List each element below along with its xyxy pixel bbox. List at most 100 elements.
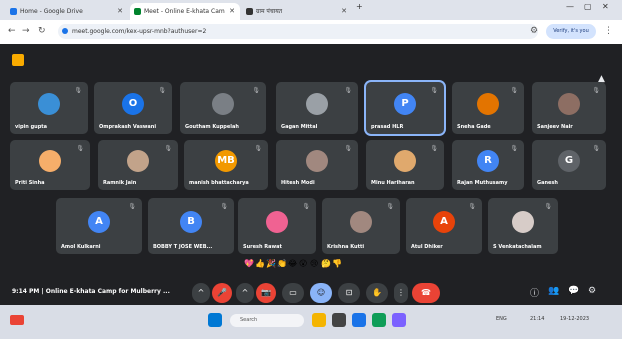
reaction-emoji[interactable]: 😮: [299, 259, 307, 268]
reaction-emoji[interactable]: 🎉: [266, 259, 276, 268]
mic-muted-icon: 🎙: [592, 87, 600, 94]
mic-muted-icon: 🎙: [468, 203, 476, 210]
search-label: Search: [240, 317, 258, 323]
back-icon[interactable]: ←: [8, 26, 16, 36]
reaction-emoji[interactable]: 😢: [310, 259, 318, 268]
minimize-button[interactable]: —: [566, 2, 574, 11]
participant-tile[interactable]: vipin gupta 🎙: [10, 82, 88, 134]
participant-avatar: [39, 150, 61, 172]
menu-icon[interactable]: ⋮: [604, 26, 613, 36]
mic-muted-icon: 🎙: [430, 145, 438, 152]
reaction-emoji[interactable]: 😂: [288, 259, 297, 268]
mic-muted-icon: 🎙: [76, 145, 84, 152]
participant-tile[interactable]: A Amol Kulkarni 🎙: [56, 198, 142, 254]
activities-icon[interactable]: ⚙: [588, 286, 596, 296]
captions-button[interactable]: ▭: [282, 283, 304, 303]
people-icon[interactable]: 👥: [548, 286, 559, 296]
reaction-emoji[interactable]: 💖: [244, 259, 254, 268]
url-text: meet.google.com/kex-upsr-mnb?authuser=2: [72, 28, 207, 35]
reaction-emoji[interactable]: 👎: [332, 259, 342, 268]
participant-tile[interactable]: Krishna Kutti 🎙: [322, 198, 400, 254]
tab-google-drive[interactable]: Home - Google Drive ✕: [6, 3, 128, 20]
tab-label: ग्राम पंचायत: [256, 8, 283, 15]
participant-avatar: B: [180, 211, 202, 233]
participant-avatar: [512, 211, 534, 233]
close-window-button[interactable]: ✕: [602, 2, 609, 11]
participant-tile[interactable]: Sanjeev Nair 🎙: [532, 82, 606, 134]
tab-meet[interactable]: Meet - Online E-khata Cam ✕: [130, 3, 240, 20]
site-info-icon[interactable]: [62, 28, 68, 34]
participant-name: Suresh Rawat: [243, 244, 282, 250]
more-options-button[interactable]: ⋮: [394, 283, 408, 303]
profile-chip[interactable]: Verify, it's you: [546, 24, 596, 39]
mic-options-button[interactable]: ^: [192, 283, 210, 303]
weather-icon[interactable]: [10, 315, 24, 325]
meet-logo-icon: [12, 54, 24, 66]
participant-tile[interactable]: Priti Sinha 🎙: [10, 140, 90, 190]
participant-tile[interactable]: R Rajan Muthusamy 🎙: [452, 140, 524, 190]
tab-label: Meet - Online E-khata Cam: [144, 8, 225, 15]
participant-name: Goutham Kuppelah: [185, 124, 239, 130]
participant-name: Gagan Mittal: [281, 124, 318, 130]
participant-name: Rajan Muthusamy: [457, 180, 508, 186]
participant-tile[interactable]: Minu Hariharan 🎙: [366, 140, 444, 190]
meet-stage: ▲ vipin gupta 🎙 O Omprakash Vaswani 🎙 Goutham…: [0, 44, 622, 305]
reaction-emoji[interactable]: 👏: [277, 259, 287, 268]
participant-tile[interactable]: Suresh Rawat 🎙: [238, 198, 316, 254]
participant-name: vipin gupta: [15, 124, 48, 130]
tab-third[interactable]: ग्राम पंचायत ✕: [242, 3, 352, 20]
participant-tile[interactable]: Goutham Kuppelah 🎙: [180, 82, 266, 134]
clock-date[interactable]: 19-12-2023: [560, 316, 589, 322]
participant-tile[interactable]: G Ganesh 🎙: [532, 140, 606, 190]
mic-muted-icon: 🎙: [128, 203, 136, 210]
reactions-button[interactable]: ☺: [310, 283, 332, 303]
app-icon[interactable]: [372, 313, 386, 327]
participant-avatar: [394, 150, 416, 172]
mic-muted-icon: 🎙: [344, 87, 352, 94]
participant-tile[interactable]: Sneha Gade 🎙: [452, 82, 524, 134]
file-explorer-icon[interactable]: [312, 313, 326, 327]
clock-time[interactable]: 21:14: [530, 316, 544, 322]
extension-icon[interactable]: ⚙: [530, 26, 538, 36]
reaction-emoji[interactable]: 👍: [255, 259, 265, 268]
participant-tile[interactable]: O Omprakash Vaswani 🎙: [94, 82, 172, 134]
info-icon[interactable]: ⓘ: [530, 286, 539, 299]
participant-tile[interactable]: Pprasad HLR 🎙: [366, 82, 444, 134]
profile-label: Verify, it's you: [553, 28, 589, 34]
mic-muted-icon: 🎙: [510, 145, 518, 152]
start-icon[interactable]: [208, 313, 222, 327]
participant-tile[interactable]: Ramnik Jain 🎙: [98, 140, 178, 190]
reaction-emoji[interactable]: 🤔: [321, 259, 331, 268]
raise-hand-button[interactable]: ✋: [366, 283, 388, 303]
mic-muted-icon: 🎙: [430, 87, 438, 94]
store-icon[interactable]: [392, 313, 406, 327]
chat-icon[interactable]: 💬: [568, 286, 579, 296]
close-icon[interactable]: ✕: [341, 3, 347, 20]
participant-name: prasad HLR: [371, 124, 404, 130]
close-icon[interactable]: ✕: [229, 3, 235, 20]
participant-avatar: [266, 211, 288, 233]
participant-tile[interactable]: B BOBBY T JOSE WEB... 🎙: [148, 198, 234, 254]
participant-tile[interactable]: MB manish bhattacharya 🎙: [184, 140, 268, 190]
close-icon[interactable]: ✕: [117, 3, 123, 20]
chrome-icon[interactable]: [352, 313, 366, 327]
task-view-icon[interactable]: [332, 313, 346, 327]
participant-avatar: [212, 93, 234, 115]
participant-tile[interactable]: S Venkatachalam 🎙: [488, 198, 558, 254]
reload-icon[interactable]: ↻: [38, 26, 46, 36]
forward-icon[interactable]: →: [22, 26, 30, 36]
participant-tile[interactable]: A Atul Dhiker 🎙: [406, 198, 482, 254]
mic-toggle-button[interactable]: 🎤: [212, 283, 232, 303]
participant-tile[interactable]: Gagan Mittal 🎙: [276, 82, 358, 134]
present-button[interactable]: ⊡: [338, 283, 360, 303]
leave-call-button[interactable]: ☎: [412, 283, 440, 303]
camera-options-button[interactable]: ^: [236, 283, 254, 303]
taskbar-search[interactable]: Search: [230, 314, 304, 327]
new-tab-button[interactable]: +: [356, 2, 363, 11]
participant-tile[interactable]: Hitesh Modi 🎙: [276, 140, 358, 190]
url-field[interactable]: meet.google.com/kex-upsr-mnb?authuser=2: [58, 24, 538, 39]
language-indicator[interactable]: ENG: [496, 316, 507, 322]
camera-toggle-button[interactable]: 📷: [256, 283, 276, 303]
participant-name: Ramnik Jain: [103, 180, 137, 186]
maximize-button[interactable]: ▢: [584, 2, 592, 11]
